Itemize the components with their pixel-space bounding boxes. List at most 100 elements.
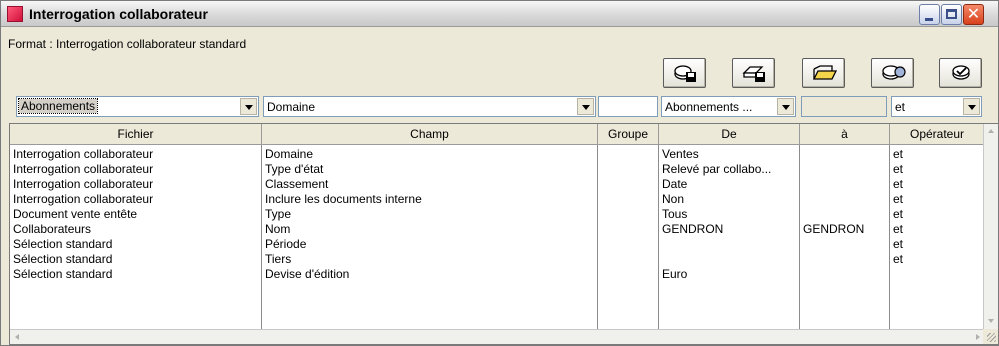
cell-operateur[interactable]: et	[890, 147, 984, 162]
cell-de[interactable]: Date	[659, 177, 799, 192]
column-header-a[interactable]: à	[800, 124, 890, 145]
chevron-down-icon[interactable]	[577, 98, 594, 115]
scroll-down-icon[interactable]	[984, 314, 998, 329]
scroll-left-icon[interactable]	[10, 330, 25, 344]
cell-fichier[interactable]: Sélection standard	[10, 252, 261, 267]
scroll-up-icon[interactable]	[984, 124, 998, 139]
cell-fichier[interactable]: Sélection standard	[10, 237, 261, 252]
cell-operateur[interactable]	[890, 267, 984, 282]
cell-groupe[interactable]	[598, 222, 658, 237]
operator-select[interactable]: et	[891, 96, 982, 117]
delete-format-button[interactable]	[939, 58, 982, 88]
table-row[interactable]: Document vente entête Type Tous et	[10, 207, 985, 222]
cell-de[interactable]: Ventes	[659, 147, 799, 162]
table-row[interactable]: Interrogation collaborateur Classement Dat…	[10, 177, 985, 192]
cell-operateur[interactable]: et	[890, 207, 984, 222]
cell-operateur[interactable]: et	[890, 162, 984, 177]
cell-operateur[interactable]: et	[890, 252, 984, 267]
criteria-grid[interactable]: Fichier Champ Groupe De à Opérateur Inte…	[9, 123, 999, 345]
interrogation-window: Interrogation collaborateur ✕ Format : I…	[0, 0, 999, 346]
file-select-value: Abonnements	[17, 98, 99, 114]
close-button[interactable]: ✕	[963, 4, 984, 25]
group-input[interactable]	[598, 96, 658, 117]
chevron-down-icon[interactable]	[963, 98, 980, 115]
column-header-groupe[interactable]: Groupe	[598, 124, 659, 145]
cell-champ[interactable]: Inclure les documents interne	[262, 192, 597, 207]
minimize-button[interactable]	[919, 4, 940, 25]
cell-a[interactable]	[800, 147, 889, 162]
cell-operateur[interactable]: et	[890, 177, 984, 192]
column-header-de[interactable]: De	[659, 124, 800, 145]
cell-champ[interactable]: Nom	[262, 222, 597, 237]
table-row[interactable]: Interrogation collaborateur Domaine Ventes…	[10, 147, 985, 162]
save-format-button[interactable]	[663, 58, 706, 88]
cell-de[interactable]: GENDRON	[659, 222, 799, 237]
cell-de[interactable]: Euro	[659, 267, 799, 282]
cell-a[interactable]	[800, 207, 889, 222]
cell-a[interactable]	[800, 252, 889, 267]
column-header-fichier[interactable]: Fichier	[10, 124, 262, 145]
open-format-button[interactable]	[802, 58, 845, 88]
cell-champ[interactable]: Tiers	[262, 252, 597, 267]
save-as-format-button[interactable]	[732, 58, 775, 88]
cell-groupe[interactable]	[598, 177, 658, 192]
table-row[interactable]: Interrogation collaborateur Type d'état Re…	[10, 162, 985, 177]
from-select[interactable]: Abonnements ...	[661, 96, 796, 117]
cell-fichier[interactable]: Interrogation collaborateur	[10, 147, 261, 162]
cell-groupe[interactable]	[598, 267, 658, 282]
format-options-icon	[882, 65, 906, 80]
cell-de[interactable]: Relevé par collabo...	[659, 162, 799, 177]
cell-de[interactable]	[659, 237, 799, 252]
cell-operateur[interactable]: et	[890, 237, 984, 252]
cell-champ[interactable]: Classement	[262, 177, 597, 192]
cell-champ[interactable]: Période	[262, 237, 597, 252]
cell-champ[interactable]: Devise d'édition	[262, 267, 597, 282]
vertical-scrollbar[interactable]	[983, 124, 998, 329]
horizontal-scrollbar[interactable]	[10, 329, 985, 344]
to-input[interactable]	[801, 96, 887, 117]
cell-a[interactable]	[800, 162, 889, 177]
table-row[interactable]: Sélection standard Devise d'édition Euro	[10, 267, 985, 282]
open-format-icon	[812, 65, 838, 80]
cell-champ[interactable]: Domaine	[262, 147, 597, 162]
cell-champ[interactable]: Type	[262, 207, 597, 222]
cell-fichier[interactable]: Sélection standard	[10, 267, 261, 282]
maximize-icon	[946, 9, 957, 19]
cell-fichier[interactable]: Interrogation collaborateur	[10, 192, 261, 207]
cell-fichier[interactable]: Interrogation collaborateur	[10, 162, 261, 177]
size-grip-icon[interactable]	[983, 329, 998, 344]
cell-operateur[interactable]: et	[890, 222, 984, 237]
cell-a[interactable]	[800, 267, 889, 282]
table-row[interactable]: Sélection standard Période et	[10, 237, 985, 252]
cell-groupe[interactable]	[598, 207, 658, 222]
table-row[interactable]: Collaborateurs Nom GENDRON GENDRON et	[10, 222, 985, 237]
cell-fichier[interactable]: Collaborateurs	[10, 222, 261, 237]
cell-de[interactable]	[659, 252, 799, 267]
table-row[interactable]: Sélection standard Tiers et	[10, 252, 985, 267]
cell-fichier[interactable]: Interrogation collaborateur	[10, 177, 261, 192]
cell-a[interactable]	[800, 237, 889, 252]
column-header-operateur[interactable]: Opérateur	[890, 124, 985, 145]
cell-groupe[interactable]	[598, 162, 658, 177]
file-select[interactable]: Abonnements	[16, 96, 259, 117]
maximize-button[interactable]	[941, 4, 962, 25]
cell-de[interactable]: Tous	[659, 207, 799, 222]
format-options-button[interactable]	[871, 58, 914, 88]
cell-groupe[interactable]	[598, 147, 658, 162]
chevron-down-icon[interactable]	[777, 98, 794, 115]
cell-groupe[interactable]	[598, 192, 658, 207]
cell-groupe[interactable]	[598, 237, 658, 252]
cell-fichier[interactable]: Document vente entête	[10, 207, 261, 222]
cell-groupe[interactable]	[598, 252, 658, 267]
table-row[interactable]: Interrogation collaborateur Inclure les d…	[10, 192, 985, 207]
cell-operateur[interactable]: et	[890, 192, 984, 207]
column-header-champ[interactable]: Champ	[262, 124, 598, 145]
cell-a[interactable]: GENDRON	[800, 222, 889, 237]
cell-champ[interactable]: Type d'état	[262, 162, 597, 177]
cell-a[interactable]	[800, 192, 889, 207]
field-select[interactable]: Domaine	[263, 96, 596, 117]
chevron-down-icon[interactable]	[240, 98, 257, 115]
title-bar[interactable]: Interrogation collaborateur ✕	[1, 1, 998, 27]
cell-a[interactable]	[800, 177, 889, 192]
cell-de[interactable]: Non	[659, 192, 799, 207]
